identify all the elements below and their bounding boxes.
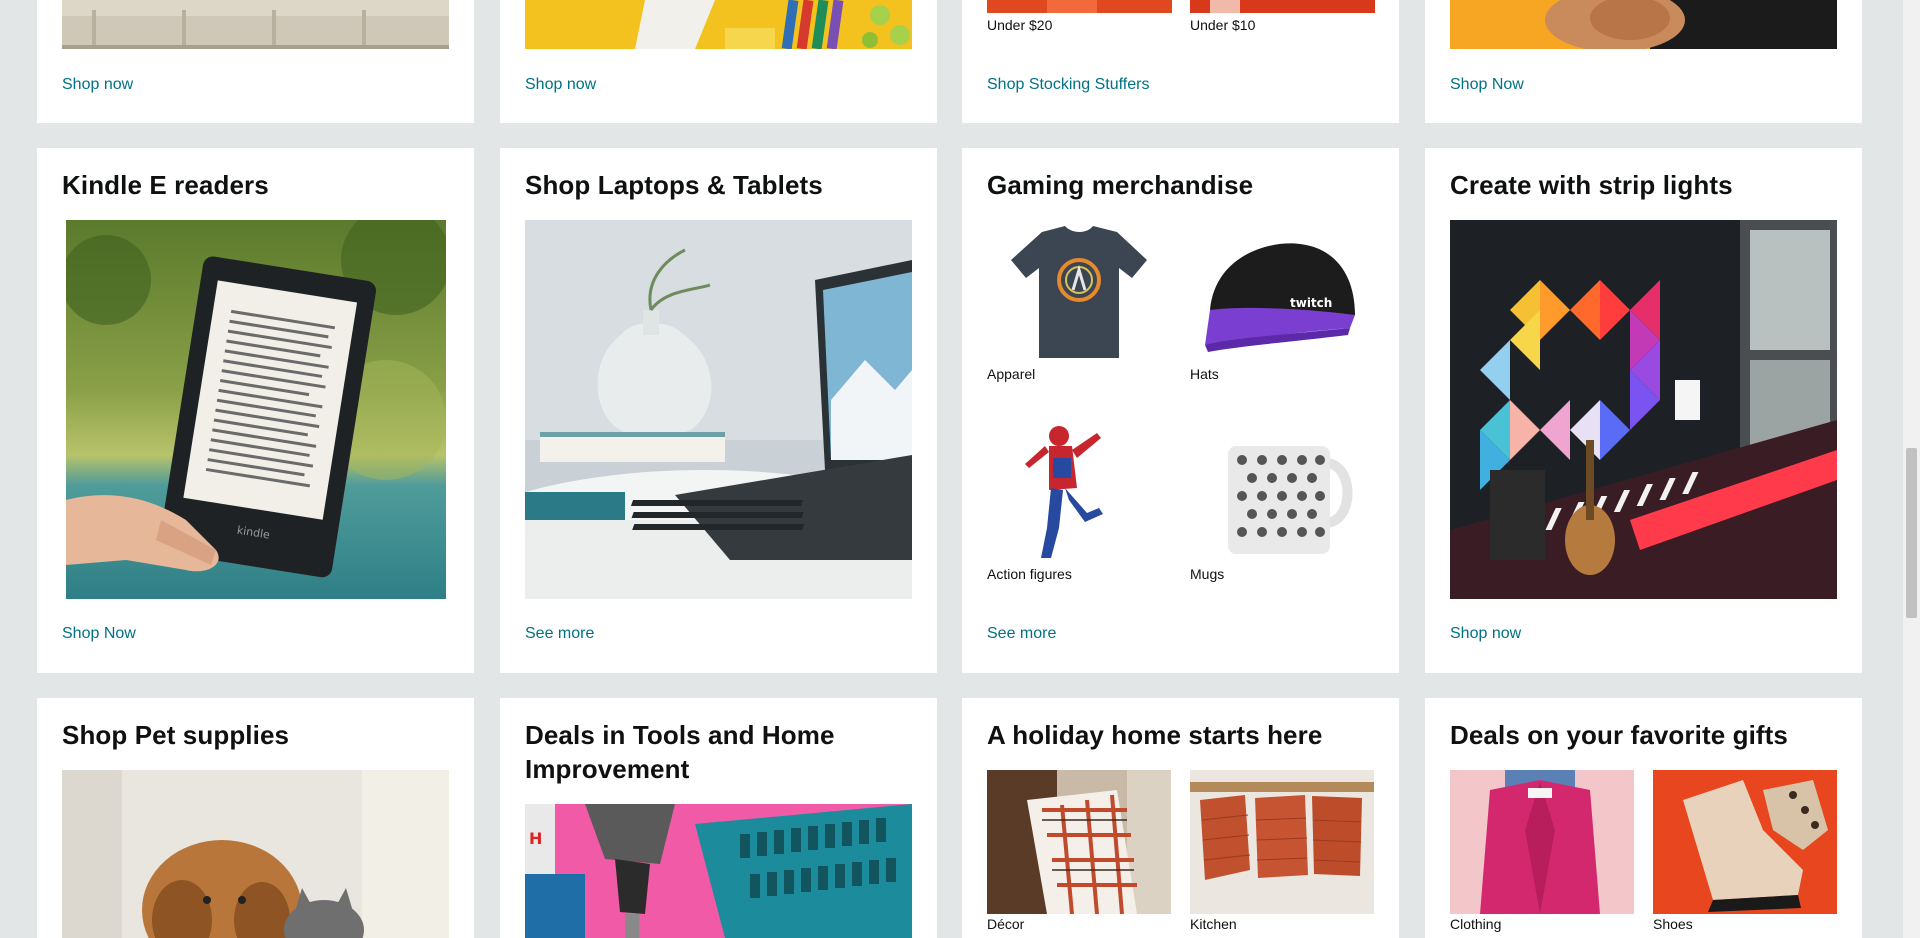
decor-image[interactable] bbox=[987, 770, 1171, 914]
card-row1-3: Under $20 Under $10 Shop Stocking Stuffe… bbox=[962, 0, 1399, 123]
shoes-label[interactable]: Shoes bbox=[1653, 916, 1693, 932]
shop-now-link[interactable]: Shop now bbox=[525, 76, 596, 94]
under-20-image[interactable] bbox=[987, 0, 1172, 13]
shop-now-link[interactable]: Shop now bbox=[1450, 625, 1521, 643]
svg-text:H: H bbox=[529, 829, 542, 848]
card-favorite-gifts: Deals on your favorite gifts Clothing Sh… bbox=[1425, 698, 1862, 938]
under-10-image[interactable] bbox=[1190, 0, 1375, 13]
card-title: Gaming merchandise bbox=[987, 170, 1254, 200]
svg-text:twitch: twitch bbox=[1290, 296, 1332, 310]
shop-stocking-stuffers-link[interactable]: Shop Stocking Stuffers bbox=[987, 76, 1149, 94]
shop-now-link[interactable]: Shop Now bbox=[62, 625, 136, 643]
card-row1-4-image[interactable] bbox=[1450, 0, 1837, 49]
kindle-image[interactable]: kindle bbox=[66, 220, 446, 599]
card-tools: Deals in Tools and Home Improvement H bbox=[500, 698, 937, 938]
card-title: Deals in Tools and Home Improvement bbox=[525, 720, 835, 784]
strip-lights-image[interactable] bbox=[1450, 220, 1837, 599]
card-title: Deals on your favorite gifts bbox=[1450, 720, 1788, 750]
under-10-label[interactable]: Under $10 bbox=[1190, 17, 1255, 33]
mugs-image[interactable] bbox=[1190, 418, 1374, 564]
shoes-image[interactable] bbox=[1653, 770, 1837, 914]
action-figures-image[interactable] bbox=[987, 418, 1171, 564]
card-pet-supplies: Shop Pet supplies bbox=[37, 698, 474, 938]
see-more-link[interactable]: See more bbox=[987, 625, 1056, 643]
apparel-label[interactable]: Apparel bbox=[987, 366, 1035, 382]
under-20-label[interactable]: Under $20 bbox=[987, 17, 1052, 33]
scrollbar-thumb[interactable] bbox=[1906, 448, 1917, 618]
card-title: Shop Pet supplies bbox=[62, 720, 290, 750]
card-strip-lights: Create with strip lights Shop now bbox=[1425, 148, 1862, 673]
card-row1-1-image[interactable] bbox=[62, 0, 449, 49]
clothing-label[interactable]: Clothing bbox=[1450, 916, 1501, 932]
kitchen-label[interactable]: Kitchen bbox=[1190, 916, 1237, 932]
hats-label[interactable]: Hats bbox=[1190, 366, 1219, 382]
shop-now-link[interactable]: Shop now bbox=[62, 76, 133, 94]
hats-image[interactable]: twitch bbox=[1190, 220, 1374, 364]
decor-label[interactable]: Décor bbox=[987, 916, 1024, 932]
card-title: Shop Laptops & Tablets bbox=[525, 170, 823, 200]
mugs-label[interactable]: Mugs bbox=[1190, 566, 1224, 582]
pet-supplies-image[interactable] bbox=[62, 770, 449, 938]
see-more-link[interactable]: See more bbox=[525, 625, 594, 643]
card-row1-2-image[interactable] bbox=[525, 0, 912, 49]
action-figures-label[interactable]: Action figures bbox=[987, 566, 1072, 582]
card-kindle: Kindle E readers kindle Shop Now bbox=[37, 148, 474, 673]
clothing-image[interactable] bbox=[1450, 770, 1634, 914]
card-gaming: Gaming merchandise twitch Apparel Hats A… bbox=[962, 148, 1399, 673]
card-holiday-home: A holiday home starts here Décor Kitchen bbox=[962, 698, 1399, 938]
card-title: Create with strip lights bbox=[1450, 170, 1733, 200]
card-row1-1: Shop now bbox=[37, 0, 474, 123]
page-scrollbar[interactable] bbox=[1903, 0, 1920, 938]
card-row1-4: Shop Now bbox=[1425, 0, 1862, 123]
kitchen-image[interactable] bbox=[1190, 770, 1374, 914]
card-row1-2: Shop now bbox=[500, 0, 937, 123]
tools-image[interactable]: H bbox=[525, 804, 912, 938]
card-title: Kindle E readers bbox=[62, 170, 269, 200]
shop-now-link[interactable]: Shop Now bbox=[1450, 76, 1524, 94]
apparel-image[interactable] bbox=[987, 220, 1171, 364]
card-laptops: Shop Laptops & Tablets See more bbox=[500, 148, 937, 673]
laptop-image[interactable] bbox=[525, 220, 912, 599]
card-title: A holiday home starts here bbox=[987, 720, 1323, 750]
